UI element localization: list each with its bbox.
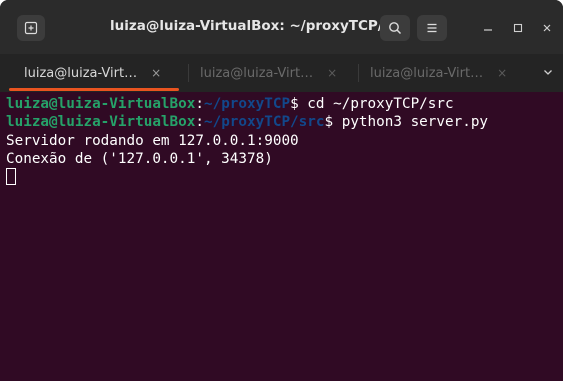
active-tab-indicator xyxy=(9,88,179,91)
tab-terminal-3[interactable]: luiza@luiza-Virt… × xyxy=(370,54,507,92)
maximize-icon xyxy=(513,23,523,33)
maximize-button[interactable] xyxy=(504,15,532,41)
cursor-line xyxy=(6,168,563,186)
prompt-user: luiza@luiza-VirtualBox xyxy=(6,96,196,112)
prompt-colon: : xyxy=(195,114,204,131)
tab-close-icon[interactable]: × xyxy=(497,66,507,80)
hamburger-menu-icon xyxy=(427,23,437,33)
tab-terminal-1[interactable]: luiza@luiza-Virt… × xyxy=(24,54,161,92)
tab-terminal-2[interactable]: luiza@luiza-Virt… × xyxy=(200,54,337,92)
prompt-dollar: $ xyxy=(324,114,334,131)
command-text: python3 server.py xyxy=(333,114,489,131)
output-line: Servidor rodando em 127.0.0.1:9000 xyxy=(6,132,299,149)
tab-list-button[interactable] xyxy=(538,62,558,82)
tab-label: luiza@luiza-Virt… xyxy=(370,65,484,81)
prompt-user: luiza@luiza-VirtualBox xyxy=(6,114,196,131)
prompt-path: ~/proxyTCP xyxy=(203,96,291,112)
prompt-dollar: $ xyxy=(290,96,299,112)
close-icon xyxy=(543,24,551,32)
tab-label: luiza@luiza-Virt… xyxy=(200,65,314,81)
chevron-down-icon xyxy=(544,70,552,75)
terminal-window: luiza@luiza-VirtualBox: ~/proxyTCP/src l… xyxy=(0,0,563,381)
tab-close-icon[interactable]: × xyxy=(327,66,337,80)
tab-label: luiza@luiza-Virt… xyxy=(24,65,138,81)
terminal-line: luiza@luiza-VirtualBox:~/proxyTCP$ cd ~/… xyxy=(6,95,563,113)
search-button[interactable] xyxy=(380,15,410,41)
title-bar: luiza@luiza-VirtualBox: ~/proxyTCP/src xyxy=(0,0,563,54)
prompt-path: ~/proxyTCP/src xyxy=(203,114,325,131)
window-title: luiza@luiza-VirtualBox: ~/proxyTCP/src xyxy=(110,18,380,34)
command-text: cd ~/proxyTCP/src xyxy=(298,96,454,112)
tab-close-icon[interactable]: × xyxy=(151,66,161,80)
text-cursor xyxy=(6,168,16,186)
minimize-icon xyxy=(484,29,492,31)
search-icon xyxy=(389,22,402,35)
terminal-output[interactable]: luiza@luiza-VirtualBox:~/proxyTCP$ cd ~/… xyxy=(0,92,563,381)
terminal-line: luiza@luiza-VirtualBox:~/proxyTCP/src$ p… xyxy=(6,113,563,131)
output-line: Conexão de ('127.0.0.1', 34378) xyxy=(6,150,273,167)
tab-divider xyxy=(188,64,189,82)
new-tab-button[interactable] xyxy=(17,15,45,41)
new-tab-icon xyxy=(24,21,38,35)
tab-divider xyxy=(358,64,359,82)
close-button[interactable] xyxy=(533,15,561,41)
tab-bar: luiza@luiza-Virt… × luiza@luiza-Virt… × … xyxy=(0,54,563,92)
prompt-colon: : xyxy=(195,96,204,112)
menu-button[interactable] xyxy=(417,15,447,41)
minimize-button[interactable] xyxy=(474,15,502,41)
